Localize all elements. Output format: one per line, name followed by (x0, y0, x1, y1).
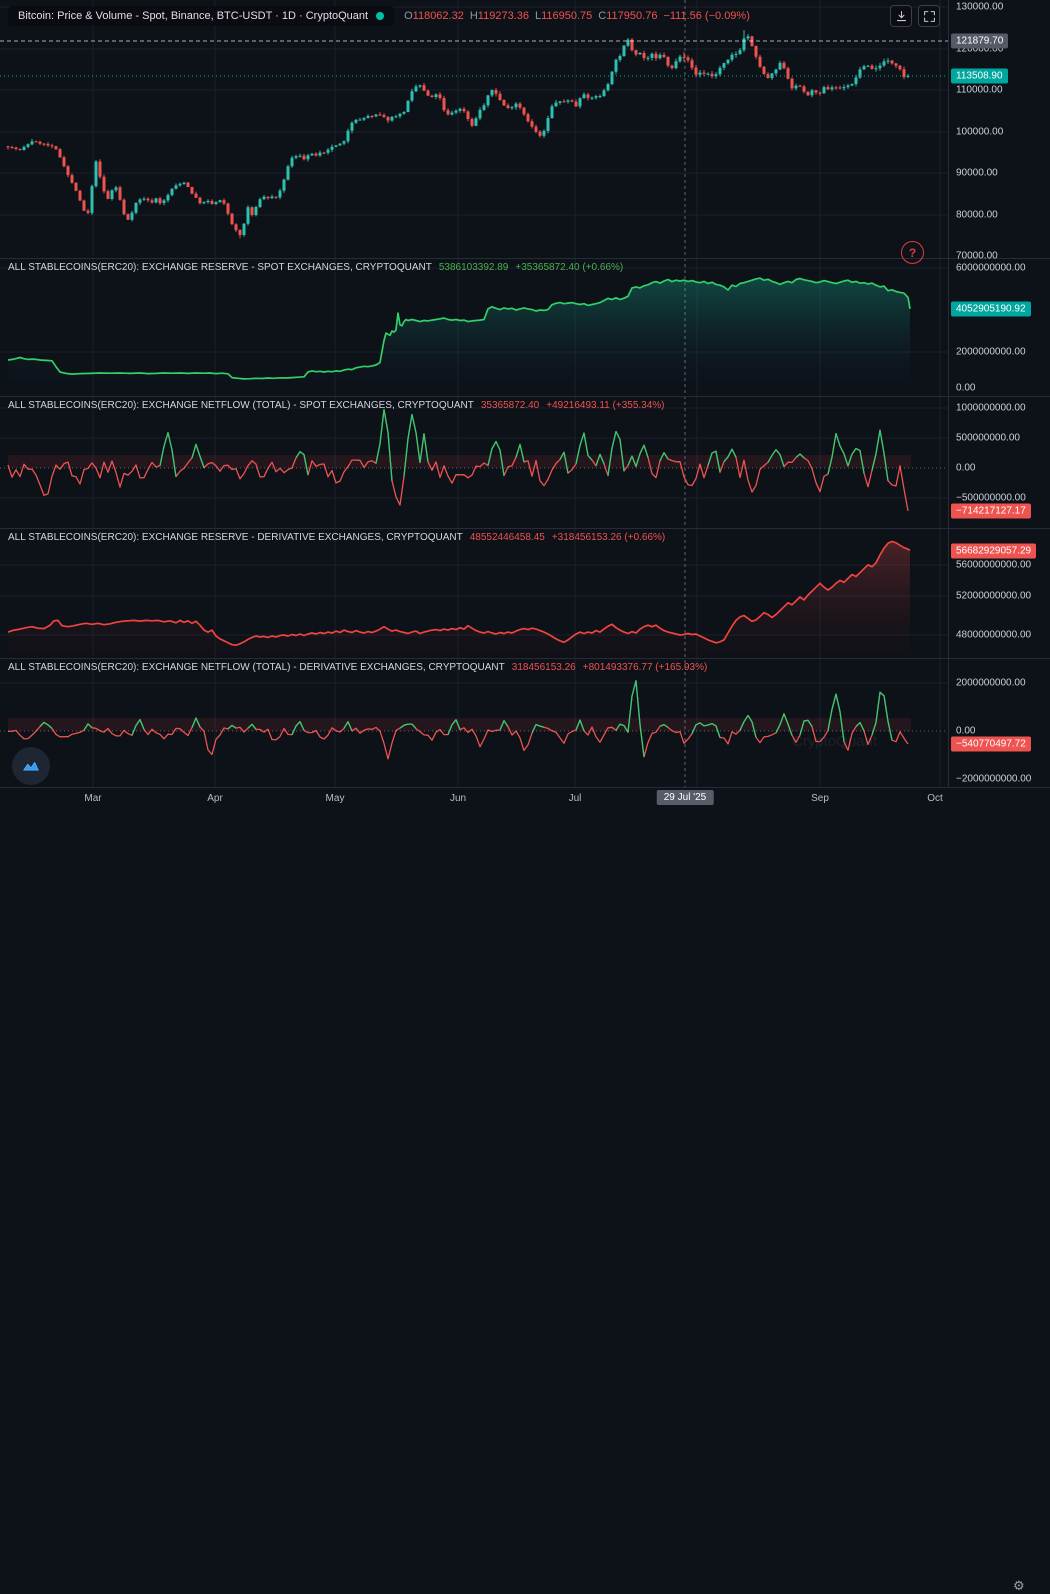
legend-value: 48552446458.45 (470, 532, 545, 543)
open-label: O (404, 10, 413, 22)
axis-value-badge: 113508.90 (951, 69, 1008, 84)
fullscreen-button[interactable] (918, 5, 940, 27)
panel-legend-deriv-reserve: ALL STABLECOINS(ERC20): EXCHANGE RESERVE… (8, 532, 665, 543)
legend-value: 5386103392.89 (439, 262, 509, 273)
legend-value: 35365872.40 (481, 400, 539, 411)
axis-value-badge: 121879.70 (951, 34, 1008, 49)
legend-change: +801493376.77 (+165.93%) (583, 662, 708, 673)
panel-legend-spot-reserve: ALL STABLECOINS(ERC20): EXCHANGE RESERVE… (8, 262, 623, 273)
high-value: 119273.36 (478, 10, 529, 22)
axis-tick-label: 100000.00 (956, 127, 1003, 138)
legend-title: ALL STABLECOINS(ERC20): EXCHANGE NETFLOW… (8, 662, 505, 673)
download-icon (895, 10, 908, 23)
symbol-legend[interactable]: Bitcoin: Price & Volume - Spot, Binance,… (8, 6, 394, 26)
axis-value-badge: −714217127.17 (951, 504, 1031, 519)
open-value: 118062.32 (413, 10, 464, 22)
axis-tick-label: 130000.00 (956, 2, 1003, 13)
axis-tick-label: 52000000000.00 (956, 591, 1031, 602)
watermark: CryptoQuant (792, 733, 877, 750)
chart-header: Bitcoin: Price & Volume - Spot, Binance,… (8, 5, 940, 27)
axis-tick-label: 48000000000.00 (956, 630, 1031, 641)
deriv-reserve-area (8, 541, 910, 657)
panel-separator[interactable] (0, 528, 1050, 529)
chart-app: Bitcoin: Price & Volume - Spot, Binance,… (0, 0, 1050, 809)
time-axis-label: Mar (84, 793, 101, 804)
price-axis[interactable]: 130000.00120000.00110000.00100000.009000… (948, 0, 1050, 787)
axis-tick-label: 0.00 (956, 383, 975, 394)
axis-tick-label: 0.00 (956, 463, 975, 474)
panel-separator[interactable] (0, 396, 1050, 397)
legend-change: +318456153.26 (+0.66%) (552, 532, 665, 543)
axis-tick-label: 1000000000.00 (956, 403, 1026, 414)
axis-tick-label: 2000000000.00 (956, 678, 1026, 689)
fullscreen-icon (923, 10, 936, 23)
axis-value-badge: 4052905190.92 (951, 302, 1031, 317)
symbol-title: Bitcoin: Price & Volume - Spot, Binance,… (18, 10, 368, 22)
change-value: −111.56 (−0.09%) (663, 10, 749, 22)
time-axis-label: Jul (569, 793, 582, 804)
close-value: 117950.76 (606, 10, 657, 22)
axis-tick-label: 2000000000.00 (956, 347, 1026, 358)
legend-title: ALL STABLECOINS(ERC20): EXCHANGE NETFLOW… (8, 400, 474, 411)
time-axis-label: May (326, 793, 345, 804)
ohlc-readout: O118062.32 H119273.36 L116950.75 C117950… (404, 10, 750, 22)
axis-tick-label: 56000000000.00 (956, 560, 1031, 571)
time-axis-label: Apr (207, 793, 223, 804)
legend-value: 318456153.26 (512, 662, 576, 673)
legend-title: ALL STABLECOINS(ERC20): EXCHANGE RESERVE… (8, 532, 463, 543)
time-axis-label: Sep (811, 793, 829, 804)
time-axis-label: Jun (450, 793, 466, 804)
axis-tick-label: 500000000.00 (956, 433, 1020, 444)
axis-value-badge: −540770497.72 (951, 737, 1031, 752)
cryptoquant-logo[interactable] (12, 747, 50, 785)
panel-legend-deriv-netflow: ALL STABLECOINS(ERC20): EXCHANGE NETFLOW… (8, 662, 707, 673)
axis-tick-label: 90000.00 (956, 168, 998, 179)
panel-separator[interactable] (0, 258, 1050, 259)
header-buttons (890, 5, 940, 27)
question-mark-icon: ? (909, 246, 916, 260)
axis-tick-label: 70000.00 (956, 251, 998, 262)
axis-tick-label: 80000.00 (956, 210, 998, 221)
legend-change: +49216493.11 (+355.34%) (546, 400, 664, 411)
time-axis-label: Oct (927, 793, 943, 804)
low-value: 116950.75 (541, 10, 592, 22)
axis-value-badge: 56682929057.29 (951, 544, 1036, 559)
live-status-dot-icon (376, 12, 384, 20)
panel-legend-spot-netflow: ALL STABLECOINS(ERC20): EXCHANGE NETFLOW… (8, 400, 665, 411)
axis-settings-button[interactable]: ⚙ (1013, 1578, 1025, 1594)
high-label: H (470, 10, 478, 22)
help-button[interactable]: ? (901, 241, 924, 264)
axis-tick-label: −2000000000.00 (956, 774, 1031, 785)
mountain-chart-icon (20, 755, 42, 777)
crosshair-date-badge: 29 Jul '25 (657, 790, 714, 805)
axis-tick-label: 110000.00 (956, 85, 1003, 96)
time-axis[interactable]: ⚙ MarAprMayJunJulSepOct29 Jul '25 (0, 787, 1050, 810)
download-button[interactable] (890, 5, 912, 27)
axis-tick-label: 0.00 (956, 726, 975, 737)
legend-title: ALL STABLECOINS(ERC20): EXCHANGE RESERVE… (8, 262, 432, 273)
legend-change: +35365872.40 (+0.66%) (515, 262, 623, 273)
spot-reserve-area (8, 278, 910, 394)
axis-tick-label: 6000000000.00 (956, 263, 1026, 274)
axis-tick-label: −500000000.00 (956, 493, 1026, 504)
gear-icon: ⚙ (1013, 1578, 1025, 1593)
panel-separator[interactable] (0, 658, 1050, 659)
